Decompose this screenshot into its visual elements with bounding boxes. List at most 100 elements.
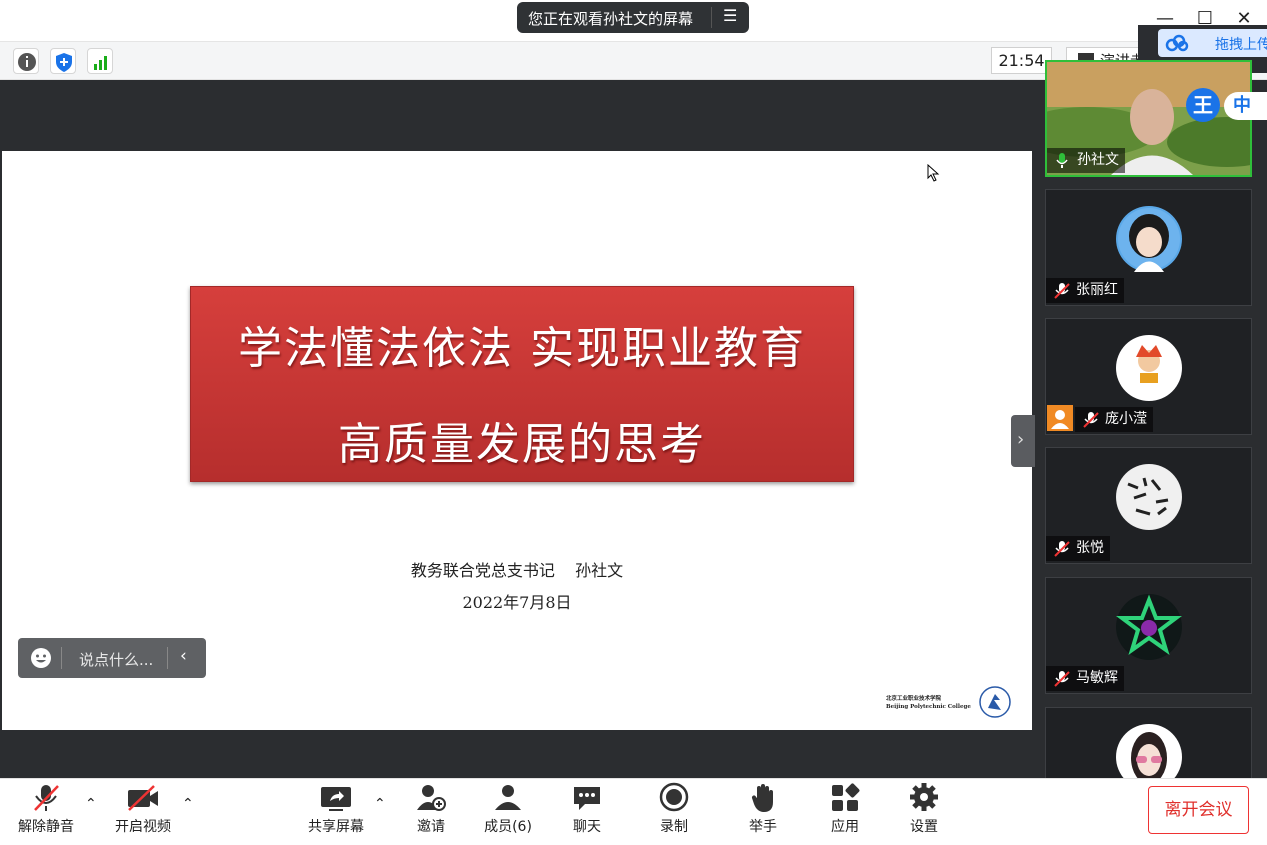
meeting-clock: 21:54 bbox=[991, 47, 1052, 74]
cloud-icon bbox=[1165, 34, 1189, 52]
chat-divider-2 bbox=[167, 647, 168, 669]
avatar bbox=[1116, 335, 1182, 401]
audio-options-caret[interactable]: ⌃ bbox=[85, 796, 97, 812]
unmute-label: 解除静音 bbox=[18, 819, 74, 835]
collapse-chat-icon[interactable]: ‹ bbox=[180, 646, 187, 666]
participant-name-tag: 孙社文 bbox=[1047, 148, 1125, 173]
slide-date: 2022年7月8日 bbox=[462, 593, 572, 612]
avatar bbox=[1116, 206, 1182, 272]
security-button[interactable] bbox=[50, 48, 76, 74]
ime-mode-indicator[interactable]: 中 bbox=[1224, 92, 1267, 120]
mascot-avatar-image bbox=[1117, 336, 1181, 400]
share-screen-label: 共享屏幕 bbox=[308, 819, 364, 835]
raise-hand-button[interactable]: 举手 bbox=[732, 782, 794, 840]
drag-upload-label: 拖拽上传 bbox=[1215, 37, 1267, 53]
share-options-caret[interactable]: ⌃ bbox=[374, 796, 386, 812]
chat-button[interactable]: 聊天 bbox=[556, 782, 618, 840]
participant-tile[interactable]: 马敏辉 bbox=[1045, 577, 1252, 694]
sharing-notice-text: 您正在观看孙社文的屏幕 bbox=[528, 10, 694, 28]
record-button[interactable]: 录制 bbox=[643, 782, 705, 840]
shield-icon bbox=[56, 53, 72, 72]
settings-button[interactable]: 设置 bbox=[893, 782, 955, 840]
mic-muted-icon bbox=[1054, 671, 1070, 687]
record-icon bbox=[659, 782, 689, 812]
video-options-caret[interactable]: ⌃ bbox=[182, 796, 194, 812]
participant-tile[interactable] bbox=[1045, 707, 1252, 778]
members-icon bbox=[495, 785, 521, 810]
network-quality-button[interactable] bbox=[87, 48, 113, 74]
cartoon-avatar-image bbox=[1118, 208, 1180, 272]
mouse-cursor-icon bbox=[927, 164, 940, 182]
participant-name-tag: 马敏辉 bbox=[1046, 666, 1124, 691]
participant-tile[interactable]: 张丽红 bbox=[1045, 189, 1252, 306]
chat-input-box[interactable]: 说点什么... ‹ bbox=[18, 638, 206, 678]
avatar bbox=[1116, 594, 1182, 660]
gear-icon bbox=[910, 783, 938, 811]
apps-grid-icon bbox=[832, 783, 860, 811]
hand-icon bbox=[751, 784, 773, 812]
chat-bubble-icon bbox=[574, 787, 600, 810]
mic-muted-icon bbox=[1083, 412, 1099, 428]
add-user-icon bbox=[417, 785, 446, 811]
info-icon bbox=[18, 53, 36, 71]
college-logo-text: 北京工业职业技术学院 Beijing Polytechnic College bbox=[886, 695, 976, 711]
participant-name: 张悦 bbox=[1076, 540, 1104, 556]
participant-tile[interactable]: 张悦 bbox=[1045, 447, 1252, 564]
chat-placeholder: 说点什么... bbox=[79, 651, 154, 669]
participant-tile-active-speaker[interactable]: 孙社文 bbox=[1045, 60, 1252, 177]
slide-title-line1: 学法懂法依法 实现职业教育 bbox=[238, 323, 806, 374]
mic-muted-icon bbox=[34, 785, 59, 811]
star-avatar-image bbox=[1116, 594, 1182, 659]
college-name-en: Beijing Polytechnic College bbox=[886, 704, 971, 710]
collapse-panel-button[interactable]: › bbox=[1011, 415, 1035, 467]
members-label: 成员(6) bbox=[484, 819, 532, 835]
sharing-notice-pill[interactable]: 您正在观看孙社文的屏幕 ☰ bbox=[517, 2, 749, 33]
girl-avatar-image bbox=[1117, 725, 1181, 778]
record-label: 录制 bbox=[660, 819, 688, 835]
college-name-cn: 北京工业职业技术学院 bbox=[886, 696, 942, 702]
share-screen-button[interactable]: 共享屏幕 bbox=[300, 782, 372, 840]
chevron-right-icon: › bbox=[1017, 429, 1025, 450]
participant-tile[interactable]: 庞小滢 bbox=[1045, 318, 1252, 435]
mic-muted-icon bbox=[1054, 283, 1070, 299]
drag-upload-bar[interactable]: 拖拽上传 bbox=[1158, 29, 1267, 57]
profile-placeholder-icon bbox=[1047, 405, 1073, 431]
apps-label: 应用 bbox=[831, 819, 859, 835]
slide-author: 教务联合党总支书记 孙社文 bbox=[410, 561, 624, 580]
pill-divider bbox=[711, 7, 712, 28]
start-video-button[interactable]: 开启视频 bbox=[107, 782, 179, 840]
start-video-label: 开启视频 bbox=[115, 819, 171, 835]
signal-bars-icon bbox=[94, 56, 107, 70]
camera-off-icon bbox=[128, 785, 158, 811]
members-button[interactable]: 成员(6) bbox=[476, 782, 540, 840]
chat-label: 聊天 bbox=[573, 819, 601, 835]
participant-name: 孙社文 bbox=[1077, 152, 1119, 168]
apps-button[interactable]: 应用 bbox=[814, 782, 876, 840]
slide-title-line2: 高质量发展的思考 bbox=[338, 419, 706, 470]
unmute-button[interactable]: 解除静音 bbox=[10, 782, 82, 840]
settings-label: 设置 bbox=[910, 819, 938, 835]
participant-name: 马敏辉 bbox=[1076, 670, 1118, 686]
chat-divider bbox=[61, 647, 62, 669]
leave-meeting-button[interactable]: 离开会议 bbox=[1148, 786, 1249, 834]
emoji-icon[interactable] bbox=[29, 646, 53, 670]
participant-name-tag: 庞小滢 bbox=[1075, 407, 1153, 432]
avatar bbox=[1116, 464, 1182, 530]
invite-button[interactable]: 邀请 bbox=[400, 782, 462, 840]
mic-muted-icon bbox=[1054, 541, 1070, 557]
share-screen-icon bbox=[321, 787, 351, 811]
participant-name: 庞小滢 bbox=[1105, 411, 1147, 427]
college-logo-icon bbox=[979, 686, 1011, 718]
invite-label: 邀请 bbox=[417, 819, 445, 835]
avatar bbox=[1116, 724, 1182, 778]
participant-name-tag: 张丽红 bbox=[1046, 278, 1124, 303]
calligraphy-avatar-image bbox=[1117, 465, 1181, 529]
view-options-icon[interactable]: ☰ bbox=[723, 6, 737, 25]
participant-name: 张丽红 bbox=[1076, 282, 1118, 298]
mic-on-icon bbox=[1056, 153, 1068, 168]
ime-badge[interactable]: 王 bbox=[1186, 88, 1220, 122]
raise-hand-label: 举手 bbox=[749, 819, 777, 835]
meeting-info-button[interactable] bbox=[13, 48, 39, 74]
participant-name-tag: 张悦 bbox=[1046, 536, 1110, 561]
user-silhouette-icon bbox=[1051, 410, 1069, 429]
